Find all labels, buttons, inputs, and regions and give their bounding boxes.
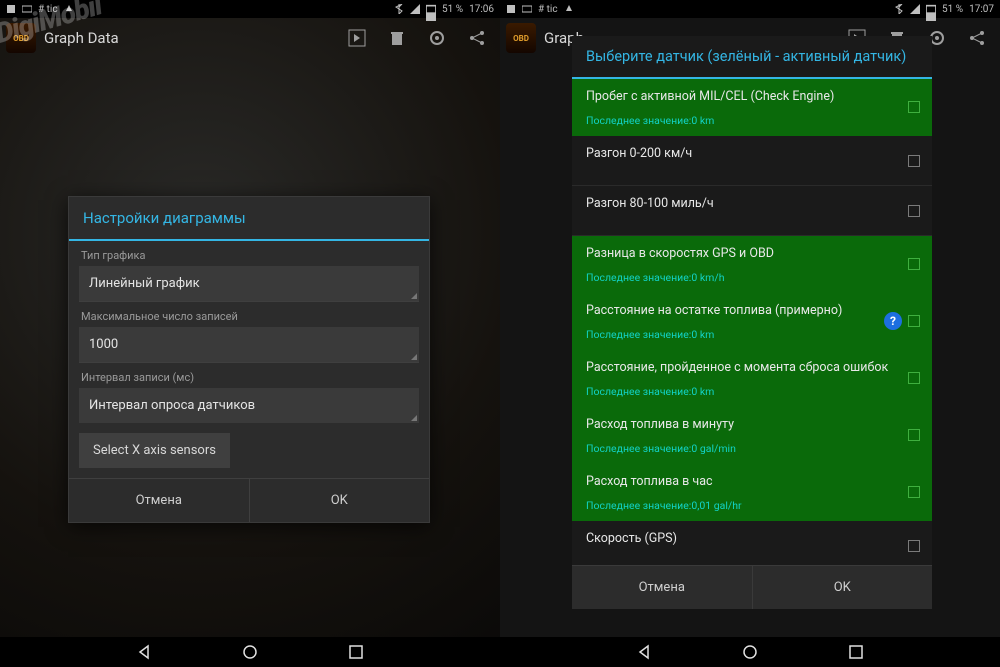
sensor-checkbox[interactable] bbox=[908, 258, 920, 270]
status-bar: # tic 51 % 17:06 bbox=[0, 0, 500, 18]
sensor-title: Разница в скоростях GPS и OBD bbox=[586, 246, 918, 261]
sensor-row[interactable]: Разгон 0-200 км/ч bbox=[572, 136, 932, 186]
sensor-row[interactable]: Разгон 80-100 миль/ч bbox=[572, 186, 932, 236]
dialog-title: Выберите датчик (зелёный - активный датч… bbox=[572, 36, 932, 79]
ok-button[interactable]: OK bbox=[249, 479, 430, 522]
battery-text: 51 % bbox=[442, 4, 463, 15]
sensor-title: Разгон 80-100 миль/ч bbox=[586, 196, 918, 211]
gear-icon[interactable] bbox=[428, 29, 446, 47]
app-logo-icon: OBD bbox=[6, 23, 36, 53]
max-records-label: Максимальное число записей bbox=[79, 302, 419, 327]
sensor-row[interactable]: Скорость (GPS) bbox=[572, 521, 932, 565]
right-pane: # tic 51 % 17:07 OBD Graph Выберите д bbox=[500, 0, 1000, 667]
sensor-last-value: Последнее значение:0,01 gal/hr bbox=[586, 499, 918, 512]
interval-label: Интервал записи (мс) bbox=[79, 363, 419, 388]
sensor-last-value: Последнее значение:0 gal/min bbox=[586, 442, 918, 455]
sensor-checkbox[interactable] bbox=[908, 315, 920, 327]
sensor-select-dialog: Выберите датчик (зелёный - активный датч… bbox=[572, 36, 932, 609]
share-icon[interactable] bbox=[468, 29, 486, 47]
sensor-checkbox[interactable] bbox=[908, 540, 920, 552]
sensor-checkbox[interactable] bbox=[908, 429, 920, 441]
bluetooth-icon bbox=[894, 4, 904, 14]
nav-bar bbox=[0, 637, 500, 667]
wifi-icon bbox=[910, 4, 920, 14]
status-indicators: # tic bbox=[38, 4, 58, 15]
recent-icon[interactable] bbox=[348, 644, 364, 660]
cancel-button[interactable]: Отмена bbox=[572, 566, 752, 609]
app-logo-icon: OBD bbox=[506, 23, 536, 53]
app-bar: OBD Graph Data bbox=[0, 18, 500, 58]
sensor-title: Расход топлива в минуту bbox=[586, 417, 918, 432]
trash-icon[interactable] bbox=[388, 29, 406, 47]
sensor-title: Разгон 0-200 км/ч bbox=[586, 146, 918, 161]
sensor-title: Расход топлива в час bbox=[586, 474, 918, 489]
app-title: Graph Data bbox=[44, 29, 119, 47]
share-icon[interactable] bbox=[968, 29, 986, 47]
photo-icon bbox=[22, 4, 32, 14]
wifi-icon bbox=[410, 4, 420, 14]
ok-button[interactable]: OK bbox=[752, 566, 933, 609]
chart-settings-dialog: Настройки диаграммы Тип графика Линейный… bbox=[68, 196, 430, 523]
clock: 17:07 bbox=[969, 4, 994, 15]
sensor-row[interactable]: Разница в скоростях GPS и OBD Последнее з… bbox=[572, 236, 932, 293]
interval-select[interactable]: Интервал опроса датчиков bbox=[79, 388, 419, 423]
bell-icon bbox=[564, 4, 574, 14]
home-icon[interactable] bbox=[242, 644, 258, 660]
dialog-title: Настройки диаграммы bbox=[69, 197, 429, 241]
play-icon[interactable] bbox=[348, 29, 366, 47]
nav-bar bbox=[500, 637, 1000, 667]
sd-icon bbox=[506, 4, 516, 14]
sensor-checkbox[interactable] bbox=[908, 155, 920, 167]
sensor-last-value: Последнее значение:0 km bbox=[586, 385, 918, 398]
bluetooth-icon bbox=[394, 4, 404, 14]
battery-icon bbox=[926, 4, 936, 14]
chart-type-label: Тип графика bbox=[79, 241, 419, 266]
recent-icon[interactable] bbox=[848, 644, 864, 660]
bell-icon bbox=[64, 4, 74, 14]
select-x-axis-button[interactable]: Select X axis sensors bbox=[79, 433, 230, 468]
cancel-button[interactable]: Отмена bbox=[69, 479, 249, 522]
sensor-checkbox[interactable] bbox=[908, 372, 920, 384]
sensor-title: Пробег с активной MIL/CEL (Check Engine) bbox=[586, 89, 918, 104]
sensor-title: Расстояние, пройденное с момента сброса … bbox=[586, 360, 918, 375]
sensor-row[interactable]: Расстояние, пройденное с момента сброса … bbox=[572, 350, 932, 407]
status-indicators: # tic bbox=[538, 4, 558, 15]
sensor-checkbox[interactable] bbox=[908, 486, 920, 498]
sensor-row[interactable]: Расстояние на остатке топлива (примерно)… bbox=[572, 293, 932, 350]
chart-type-select[interactable]: Линейный график bbox=[79, 266, 419, 301]
sensor-row[interactable]: Расход топлива в минуту Последнее значени… bbox=[572, 407, 932, 464]
back-icon[interactable] bbox=[636, 644, 652, 660]
battery-icon bbox=[426, 4, 436, 14]
left-pane: DigiMobil™ # tic 51 % 17:06 OBD Graph Da… bbox=[0, 0, 500, 667]
sensor-row[interactable]: Расход топлива в час Последнее значение:0… bbox=[572, 464, 932, 521]
clock: 17:06 bbox=[469, 4, 494, 15]
back-icon[interactable] bbox=[136, 644, 152, 660]
sensor-last-value: Последнее значение:0 km bbox=[586, 328, 918, 341]
sensor-last-value: Последнее значение:0 km bbox=[586, 114, 918, 127]
help-icon[interactable]: ? bbox=[884, 312, 902, 330]
max-records-select[interactable]: 1000 bbox=[79, 327, 419, 362]
status-bar: # tic 51 % 17:07 bbox=[500, 0, 1000, 18]
sensor-last-value: Последнее значение:0 km/h bbox=[586, 271, 918, 284]
sensor-row[interactable]: Пробег с активной MIL/CEL (Check Engine)… bbox=[572, 79, 932, 136]
sensor-title: Расстояние на остатке топлива (примерно) bbox=[586, 303, 918, 318]
sensor-checkbox[interactable] bbox=[908, 101, 920, 113]
photo-icon bbox=[522, 4, 532, 14]
sensor-title: Скорость (GPS) bbox=[586, 531, 918, 546]
sensor-checkbox[interactable] bbox=[908, 205, 920, 217]
home-icon[interactable] bbox=[742, 644, 758, 660]
sensor-list[interactable]: Пробег с активной MIL/CEL (Check Engine)… bbox=[572, 79, 932, 565]
battery-text: 51 % bbox=[942, 4, 963, 15]
sd-icon bbox=[6, 4, 16, 14]
